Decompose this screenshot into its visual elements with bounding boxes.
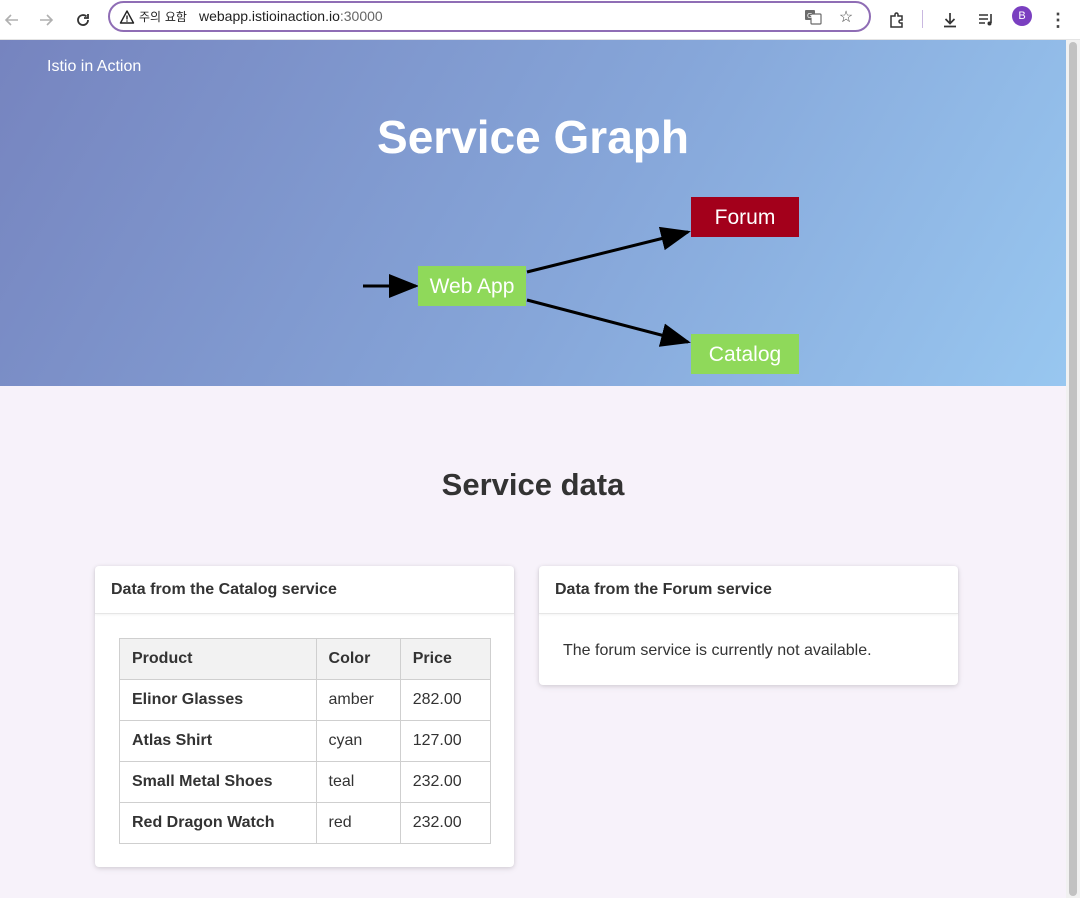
hero-banner: Istio in Action Service Graph Web App Fo…: [0, 40, 1066, 386]
table-row: Small Metal Shoes teal 232.00: [119, 761, 492, 803]
product-price: 127.00: [399, 720, 492, 762]
graph-node-webapp: Web App: [418, 266, 526, 306]
section-title: Service data: [441, 467, 625, 502]
product-color: cyan: [315, 720, 401, 762]
scrollbar-thumb[interactable]: [1069, 42, 1077, 896]
more-menu-icon[interactable]: ⋮: [1046, 8, 1070, 32]
forum-unavailable-message: The forum service is currently not avail…: [563, 642, 872, 659]
download-icon[interactable]: [938, 8, 962, 32]
product-name: Small Metal Shoes: [119, 761, 317, 803]
address-bar[interactable]: 주의 요함 webapp.istioinaction.io:30000 G ☆: [108, 1, 871, 32]
browser-toolbar: 주의 요함 webapp.istioinaction.io:30000 G ☆ …: [0, 0, 1080, 40]
product-color: amber: [315, 679, 401, 721]
webapp-node-label: Web App: [430, 275, 515, 298]
table-row: Atlas Shirt cyan 127.00: [119, 720, 492, 762]
product-name: Atlas Shirt: [119, 720, 317, 762]
forum-card-header: Data from the Forum service: [539, 566, 958, 614]
product-price: 232.00: [399, 761, 492, 803]
column-header-product: Product: [119, 638, 317, 680]
graph-node-catalog: Catalog: [691, 334, 799, 374]
svg-text:G: G: [807, 12, 812, 20]
product-price: 282.00: [399, 679, 492, 721]
webapp-to-forum-arrow: [526, 226, 691, 274]
warning-icon[interactable]: [119, 9, 135, 25]
profile-avatar[interactable]: B: [1012, 6, 1032, 26]
table-header-row: Product Color Price: [119, 638, 492, 680]
product-name: Red Dragon Watch: [119, 802, 317, 844]
table-row: Elinor Glasses amber 282.00: [119, 679, 492, 721]
forward-icon[interactable]: [34, 8, 58, 32]
toolbar-divider: [922, 10, 923, 28]
url-host: webapp.istioinaction.io: [199, 8, 340, 24]
products-table: Product Color Price Elinor Glasses amber…: [119, 638, 492, 844]
security-warning-label[interactable]: 주의 요함: [139, 8, 187, 25]
graph-node-forum: Forum: [691, 197, 799, 237]
service-graph: Web App Forum Catalog: [363, 197, 799, 374]
forum-node-label: Forum: [715, 206, 776, 229]
product-color: red: [315, 802, 401, 844]
bookmark-star-icon[interactable]: ☆: [836, 7, 856, 27]
url-port: :30000: [339, 8, 383, 24]
table-row: Red Dragon Watch red 232.00: [119, 802, 492, 844]
column-header-price: Price: [399, 638, 492, 680]
column-header-color: Color: [315, 638, 401, 680]
url-text[interactable]: webapp.istioinaction.io:30000: [199, 8, 383, 24]
translate-icon[interactable]: G: [803, 7, 823, 27]
back-icon[interactable]: [0, 8, 24, 32]
catalog-card: Data from the Catalog service Product Co…: [95, 566, 514, 867]
catalog-node-label: Catalog: [709, 343, 781, 366]
media-controls-icon[interactable]: [974, 8, 998, 32]
webapp-to-catalog-arrow: [526, 298, 691, 347]
product-name: Elinor Glasses: [119, 679, 317, 721]
catalog-card-header: Data from the Catalog service: [95, 566, 514, 614]
product-price: 232.00: [399, 802, 492, 844]
forum-card: Data from the Forum service The forum se…: [539, 566, 958, 685]
product-color: teal: [315, 761, 401, 803]
reload-icon[interactable]: [71, 8, 95, 32]
page-scrollbar[interactable]: [1066, 40, 1080, 898]
extensions-icon[interactable]: [885, 8, 909, 32]
